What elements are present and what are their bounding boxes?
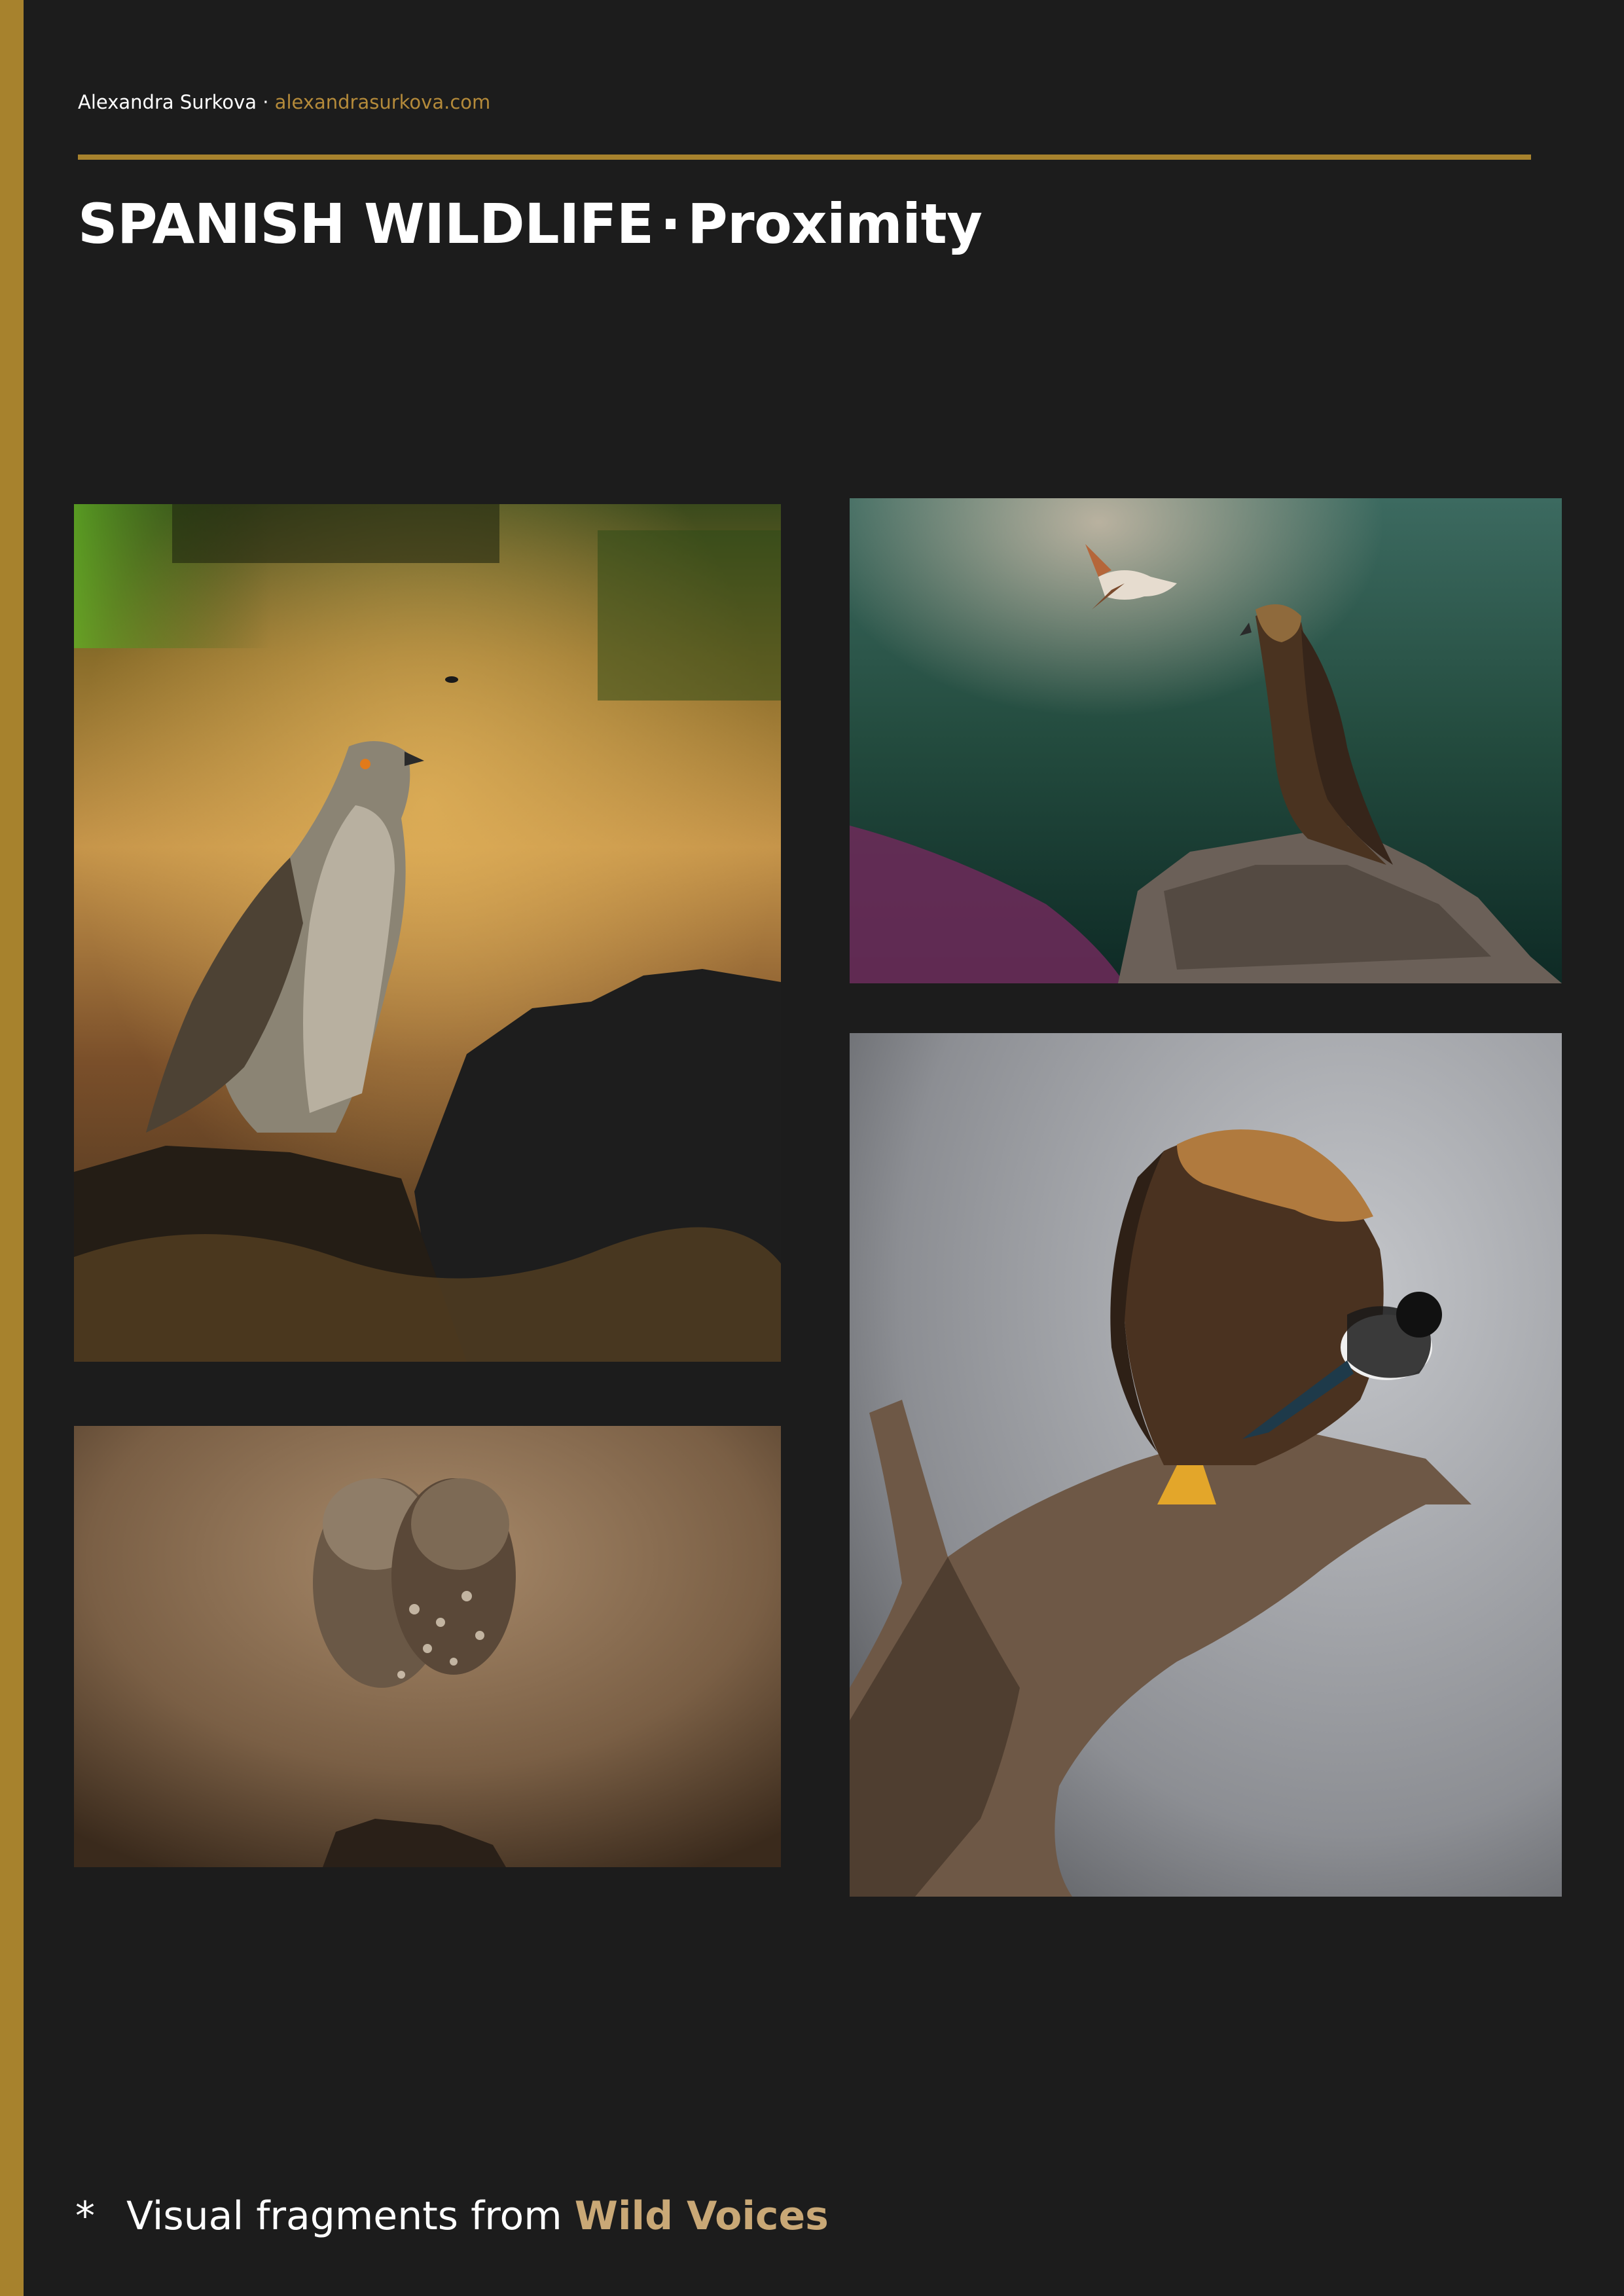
header-separator: · [262,91,269,113]
title-sub: Proximity [687,192,983,256]
footer-highlight: Wild Voices [574,2193,829,2239]
photo-little-owls [74,1426,781,1867]
page-title: SPANISH WILDLIFE · Proximity [78,196,983,251]
title-separator: · [660,192,681,256]
footer-marker: * [75,2193,95,2239]
website-link[interactable]: alexandrasurkova.com [275,91,491,113]
author-name: Alexandra Surkova [78,91,257,113]
photo-eagle-shrike [850,498,1562,983]
header-divider [78,155,1531,160]
title-main: SPANISH WILDLIFE [78,192,654,256]
photo-eagle-magpie [850,1033,1562,1897]
photo-goshawk [74,504,781,1362]
footer-caption: * Visual fragments from Wild Voices [75,2196,829,2236]
footer-text: Visual fragments from [126,2193,562,2239]
side-accent-bar [0,0,24,2296]
header-credit: Alexandra Surkova · alexandrasurkova.com [78,93,490,112]
